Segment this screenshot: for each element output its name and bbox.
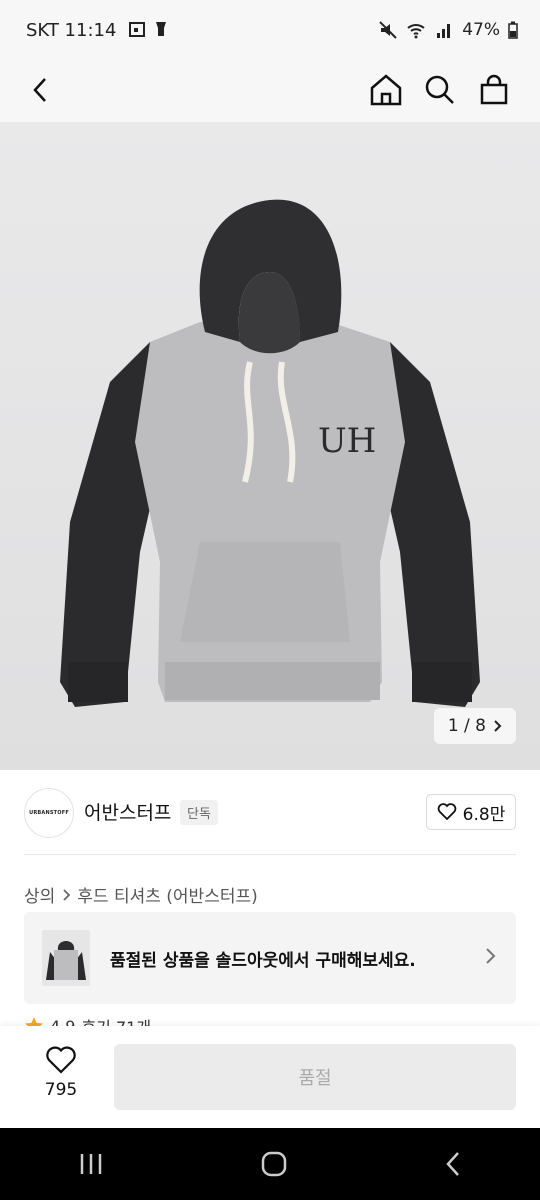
product-image[interactable]: UH	[0, 122, 540, 770]
status-time: SKT 11:14	[26, 20, 117, 41]
heart-icon	[437, 803, 456, 821]
chevron-right-icon	[494, 720, 502, 732]
cart-button[interactable]	[474, 70, 514, 110]
image-counter-text: 1 / 8	[447, 716, 486, 736]
battery-text: 47%	[462, 20, 500, 40]
wifi-icon	[407, 24, 425, 39]
exclusive-badge: 단독	[180, 800, 218, 825]
hoodie-illustration: UH	[60, 199, 480, 707]
wishlist-button[interactable]: 795	[30, 1046, 92, 1100]
image-counter[interactable]: 1 / 8	[433, 708, 516, 744]
top-header	[0, 60, 540, 122]
bottom-action-bar: 795 품절	[0, 1026, 540, 1128]
hoodie-thumbnail-icon	[46, 941, 86, 980]
search-icon	[425, 75, 454, 104]
banner-thumbnail	[42, 930, 90, 986]
heart-icon	[46, 1046, 76, 1074]
breadcrumb-subcategory[interactable]: 후드 티셔츠 (어반스터프)	[77, 882, 257, 907]
back-nav-icon[interactable]	[443, 1150, 463, 1178]
banner-text: 품절된 상품을 솔드아웃에서 구매해보세요.	[110, 951, 416, 971]
soldout-button[interactable]: 품절	[114, 1044, 516, 1110]
flashlight-icon	[156, 22, 166, 36]
recent-apps-icon[interactable]	[77, 1151, 105, 1177]
status-bar: SKT 11:14 47%	[0, 0, 540, 60]
battery-icon	[508, 21, 518, 39]
home-button[interactable]	[366, 70, 406, 110]
brand-logo-text: URBANSTOFF	[29, 810, 69, 816]
back-button[interactable]	[20, 70, 60, 110]
breadcrumb-category[interactable]: 상의	[24, 882, 55, 907]
svg-text:UH: UH	[318, 421, 376, 461]
breadcrumb: 상의 후드 티셔츠 (어반스터프)	[24, 882, 258, 907]
calendar-icon	[129, 22, 145, 37]
home-nav-icon[interactable]	[260, 1150, 288, 1178]
wishlist-count: 795	[44, 1080, 78, 1100]
shopping-bag-icon	[480, 74, 508, 105]
brand-like-count: 6.8만	[462, 804, 506, 825]
brand-name[interactable]: 어반스터프	[84, 798, 171, 825]
chevron-right-icon	[486, 948, 496, 964]
home-icon	[370, 74, 402, 106]
system-nav-bar	[0, 1128, 540, 1200]
signal-icon	[437, 24, 451, 38]
search-button[interactable]	[420, 70, 460, 110]
divider	[24, 854, 516, 855]
chevron-left-icon	[33, 78, 46, 102]
brand-like-button[interactable]: 6.8만	[426, 794, 516, 830]
status-left-icons	[128, 20, 168, 38]
chevron-right-icon	[63, 888, 71, 901]
soldout-banner[interactable]: 품절된 상품을 솔드아웃에서 구매해보세요.	[24, 912, 516, 1004]
mute-icon	[379, 21, 397, 39]
brand-logo[interactable]: URBANSTOFF	[24, 788, 74, 838]
